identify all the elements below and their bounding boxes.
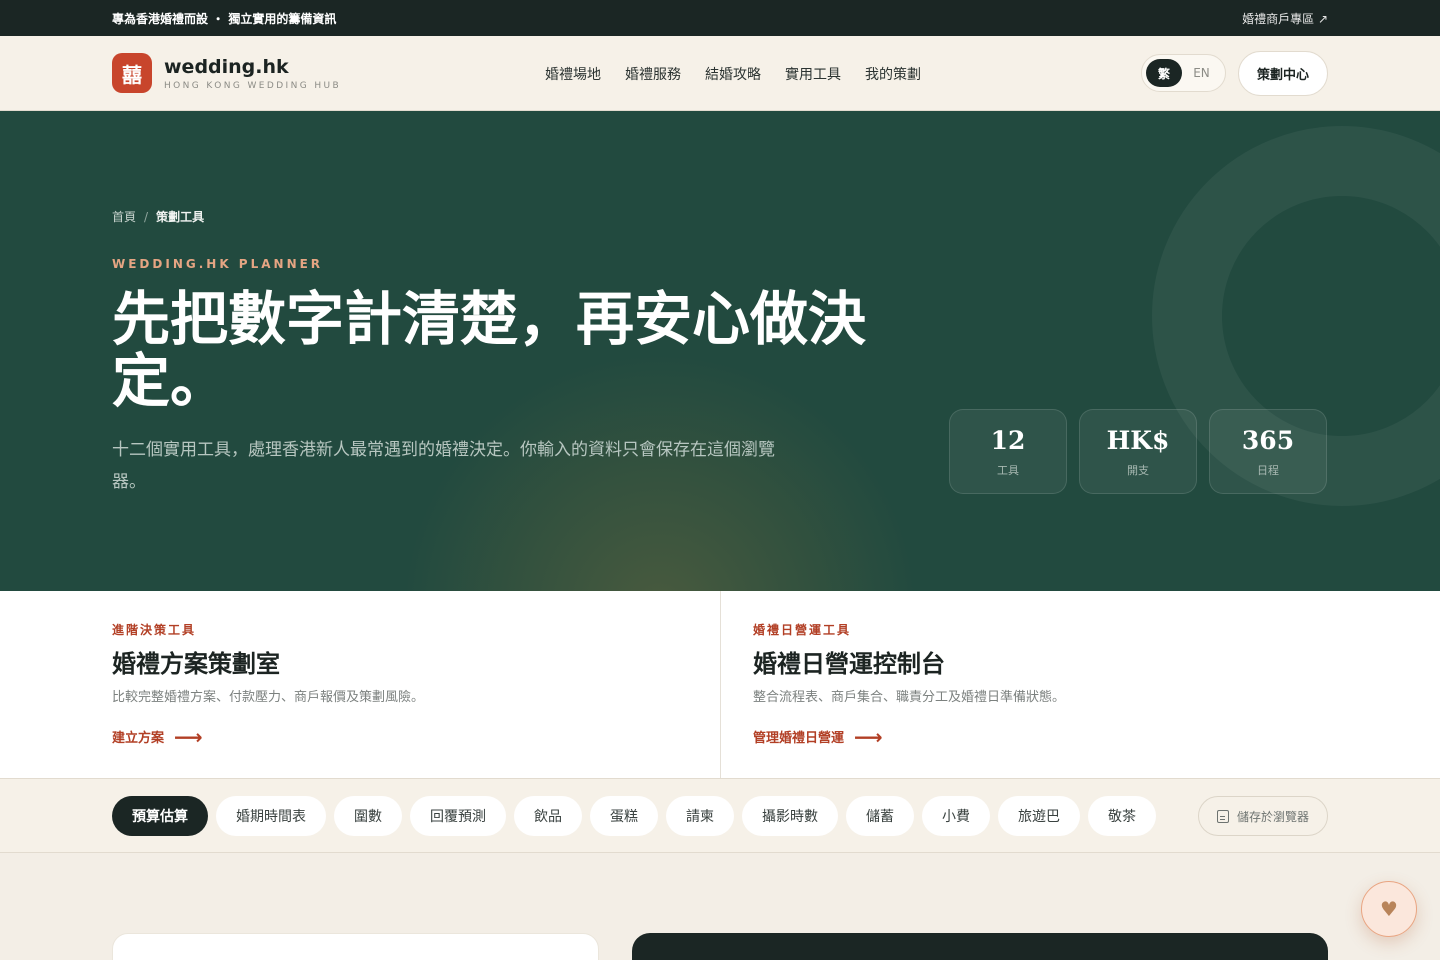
breadcrumb: 首頁 / 策劃工具 — [112, 208, 204, 225]
heart-icon: ♥ — [1380, 897, 1398, 921]
tab-tea-ceremony[interactable]: 敬茶 — [1088, 796, 1156, 836]
main-nav: 婚禮場地 婚禮服務 結婚攻略 實用工具 我的策劃 — [545, 36, 921, 111]
tab-tips[interactable]: 小費 — [922, 796, 990, 836]
nav-item-services[interactable]: 婚禮服務 — [625, 64, 681, 84]
lang-en-button[interactable]: EN — [1182, 66, 1221, 80]
tab-tables[interactable]: 圍數 — [334, 796, 402, 836]
stat-label: 開支 — [1127, 463, 1149, 477]
tab-coach[interactable]: 旅遊巴 — [998, 796, 1080, 836]
announcement-text: 專為香港婚禮而設 ・ 獨立實用的籌備資訊 — [112, 11, 337, 26]
logo-icon[interactable]: 囍 — [112, 53, 152, 93]
card-tag: 婚禮日營運工具 — [753, 623, 852, 637]
hero: 首頁 / 策劃工具 WEDDING.HK PLANNER 先把數字計清楚，再安心做決… — [0, 111, 1440, 591]
advanced-tools: 進階決策工具 婚禮方案策劃室 比較完整婚禮方案、付款壓力、商戶報價及策劃風險。 … — [0, 591, 1440, 779]
wedding-day-console-card[interactable]: 婚禮日營運工具 婚禮日營運控制台 整合流程表、商戶集合、職責分工及婚禮日準備狀態… — [720, 591, 1440, 778]
planning-hub-button[interactable]: 策劃中心 — [1238, 51, 1328, 96]
stat-value: HK$ — [1106, 425, 1170, 455]
arrow-right-icon: ⟶ — [174, 724, 203, 749]
page-title: 先把數字計清楚，再安心做決定。 — [112, 285, 867, 415]
save-label: 儲存於瀏覽器 — [1236, 809, 1309, 824]
brand-name: wedding.hk — [164, 55, 289, 78]
stat-tools: 12 工具 — [949, 409, 1067, 494]
tab-invitations[interactable]: 請柬 — [666, 796, 734, 836]
tab-timeline[interactable]: 婚期時間表 — [216, 796, 326, 836]
breadcrumb-current: 策劃工具 — [156, 210, 205, 224]
announcement-bar: 專為香港婚禮而設 ・ 獨立實用的籌備資訊 婚禮商戶專區 ↗ — [0, 0, 1440, 36]
stat-schedule: 365 日程 — [1209, 409, 1327, 494]
tab-budget[interactable]: 預算估算 — [112, 796, 208, 836]
stat-label: 日程 — [1257, 463, 1279, 477]
plan-studio-card[interactable]: 進階決策工具 婚禮方案策劃室 比較完整婚禮方案、付款壓力、商戶報價及策劃風險。 … — [0, 591, 720, 778]
link-label: 管理婚禮日營運 — [753, 731, 845, 746]
language-toggle: 繁 EN — [1141, 54, 1226, 92]
card-subtitle: 比較完整婚禮方案、付款壓力、商戶報價及策劃風險。 — [112, 690, 425, 705]
stat-label: 工具 — [997, 463, 1019, 477]
lang-zh-button[interactable]: 繁 — [1146, 59, 1182, 87]
manage-wedding-day-link[interactable]: 管理婚禮日營運 ⟶ — [753, 724, 883, 749]
tab-rsvp-forecast[interactable]: 回覆預測 — [410, 796, 506, 836]
nav-item-my-plan[interactable]: 我的策劃 — [865, 64, 921, 84]
tab-photo-hours[interactable]: 攝影時數 — [742, 796, 838, 836]
calculator-result-panel — [632, 933, 1328, 960]
tab-cake[interactable]: 蛋糕 — [590, 796, 658, 836]
card-title: 婚禮日營運控制台 — [753, 649, 945, 678]
tool-tabs-bar: 預算估算 婚期時間表 圍數 回覆預測 飲品 蛋糕 請柬 攝影時數 儲蓄 小費 旅… — [0, 779, 1440, 853]
tab-drinks[interactable]: 飲品 — [514, 796, 582, 836]
card-tag: 進階決策工具 — [112, 623, 197, 637]
calculator-input-panel — [112, 933, 599, 960]
brand-tagline: HONG KONG WEDDING HUB — [164, 80, 342, 91]
create-plan-link[interactable]: 建立方案 ⟶ — [112, 724, 203, 749]
stat-value: 365 — [1241, 425, 1295, 455]
site-header: 囍 wedding.hk HONG KONG WEDDING HUB 婚禮場地 … — [0, 36, 1440, 111]
card-title: 婚禮方案策劃室 — [112, 649, 280, 678]
hero-stats: 12 工具 HK$ 開支 365 日程 — [949, 409, 1327, 494]
nav-item-venues[interactable]: 婚禮場地 — [545, 64, 601, 84]
stat-expenses: HK$ 開支 — [1079, 409, 1197, 494]
favorite-button[interactable]: ♥ — [1361, 881, 1417, 937]
merchant-zone-link[interactable]: 婚禮商戶專區 ↗ — [1242, 10, 1328, 27]
hero-description: 十二個實用工具，處理香港新人最常遇到的婚禮決定。你輸入的資料只會保存在這個瀏覽器… — [112, 440, 775, 492]
tool-tabs: 預算估算 婚期時間表 圍數 回覆預測 飲品 蛋糕 請柬 攝影時數 儲蓄 小費 旅… — [112, 796, 1156, 836]
stat-value: 12 — [990, 425, 1026, 455]
clipboard-icon — [1216, 809, 1229, 823]
breadcrumb-separator: / — [144, 210, 149, 224]
logo[interactable]: wedding.hk HONG KONG WEDDING HUB — [164, 56, 341, 91]
breadcrumb-home[interactable]: 首頁 — [112, 210, 136, 224]
nav-item-guides[interactable]: 結婚攻略 — [705, 64, 761, 84]
nav-item-tools[interactable]: 實用工具 — [785, 64, 841, 84]
tab-savings[interactable]: 儲蓄 — [846, 796, 914, 836]
arrow-right-icon: ⟶ — [854, 724, 883, 749]
hero-eyebrow: WEDDING.HK PLANNER — [112, 257, 324, 271]
card-subtitle: 整合流程表、商戶集合、職責分工及婚禮日準備狀態。 — [753, 690, 1066, 705]
link-label: 建立方案 — [112, 731, 165, 746]
save-to-browser-button[interactable]: 儲存於瀏覽器 — [1198, 796, 1328, 836]
